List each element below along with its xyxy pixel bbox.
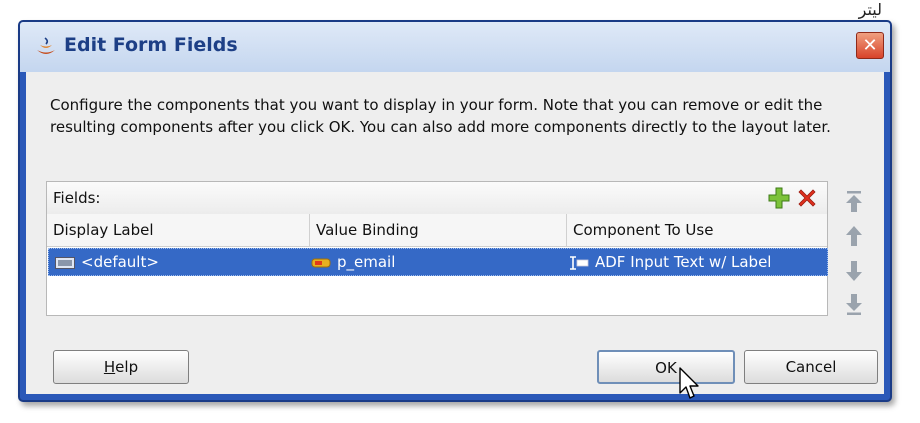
fields-toolbar: Fields: <box>47 182 827 215</box>
background-window-strip: ليتر <box>0 0 920 22</box>
move-bottom-icon[interactable] <box>840 290 868 318</box>
binding-variable-icon <box>311 258 331 267</box>
help-button-label: elp <box>115 358 139 376</box>
delete-field-icon[interactable] <box>795 186 819 210</box>
column-header-value-binding[interactable]: Value Binding <box>310 214 567 246</box>
label-field-icon <box>55 256 75 269</box>
add-field-icon[interactable] <box>767 186 791 210</box>
oracle-cup-icon <box>37 37 55 54</box>
table-row[interactable]: <default> p_email ADF Input Text w/ Labe… <box>48 248 828 276</box>
move-top-icon[interactable] <box>840 188 868 216</box>
help-button-mnemonic: H <box>103 358 116 376</box>
column-header-display-label[interactable]: Display Label <box>47 214 310 246</box>
move-up-icon[interactable] <box>840 222 868 250</box>
ok-button[interactable]: OK <box>597 350 735 384</box>
input-text-icon <box>570 255 589 270</box>
edit-form-fields-dialog: Edit Form Fields ✕ Configure the compone… <box>18 20 892 402</box>
row-component-text: ADF Input Text w/ Label <box>595 253 772 271</box>
fields-label: Fields: <box>53 189 101 207</box>
close-icon: ✕ <box>862 35 878 56</box>
title-bar: Edit Form Fields ✕ <box>20 22 890 72</box>
row-component[interactable]: ADF Input Text w/ Label <box>567 249 771 275</box>
row-display-label-text: <default> <box>81 253 159 271</box>
row-display-label[interactable]: <default> <box>55 249 159 275</box>
cancel-button[interactable]: Cancel <box>744 350 878 384</box>
fields-table-panel: Fields: Display Label Value Binding Comp… <box>46 181 828 316</box>
background-text: ليتر <box>858 0 882 19</box>
dialog-body: Configure the components that you want t… <box>26 72 884 399</box>
dialog-title: Edit Form Fields <box>64 34 238 56</box>
column-header-component[interactable]: Component To Use <box>567 214 829 246</box>
mouse-cursor-icon <box>679 367 699 399</box>
table-column-headers: Display Label Value Binding Component To… <box>47 214 827 247</box>
move-down-icon[interactable] <box>840 257 868 285</box>
dialog-description: Configure the components that you want t… <box>50 96 831 136</box>
close-button[interactable]: ✕ <box>856 32 884 59</box>
help-button[interactable]: Help <box>53 350 189 384</box>
row-value-binding[interactable]: p_email <box>311 249 395 275</box>
row-value-binding-text: p_email <box>337 253 396 271</box>
